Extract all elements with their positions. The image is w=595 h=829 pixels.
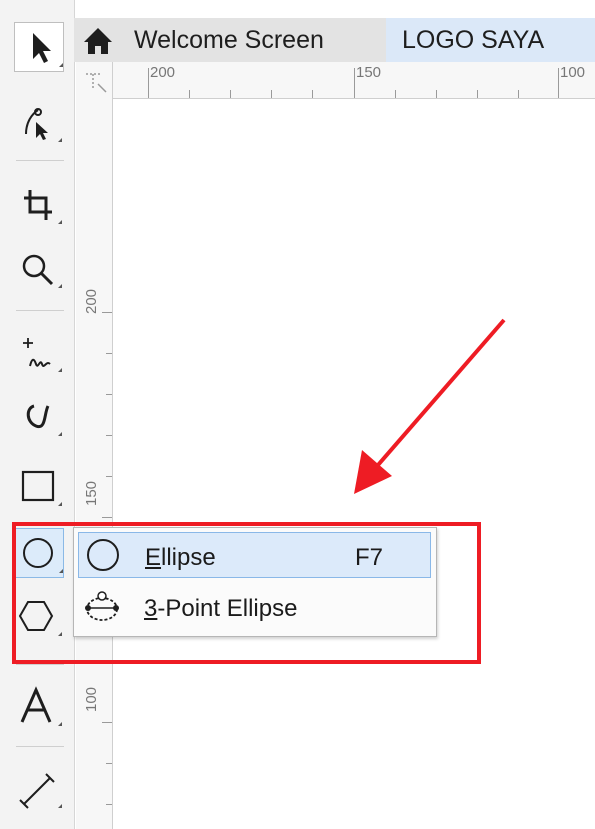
ruler-tick	[102, 517, 112, 518]
highlight-box	[12, 522, 481, 664]
ruler-tick	[102, 722, 112, 723]
dimension-tool-button[interactable]	[14, 764, 64, 814]
crop-icon	[24, 190, 62, 224]
magnifier-icon	[22, 254, 62, 288]
arrow-pointer-icon	[33, 33, 63, 67]
tab-logo-saya-label: LOGO SAYA	[402, 26, 545, 54]
node-shape-icon	[25, 108, 62, 142]
text-a-icon	[20, 686, 62, 726]
ruler-tick	[106, 435, 112, 436]
ruler-label: 150	[356, 64, 382, 81]
ruler-label: 200	[83, 288, 100, 314]
home-icon	[84, 28, 112, 54]
ruler-tick	[102, 312, 112, 313]
tab-welcome-label: Welcome Screen	[134, 26, 324, 54]
crop-tool-button[interactable]	[14, 180, 64, 230]
ruler-tick	[106, 394, 112, 395]
rectangle-icon	[21, 470, 62, 506]
ruler-tick	[395, 90, 396, 98]
ruler-tick	[477, 90, 478, 98]
ruler-origin-icon	[86, 73, 107, 93]
ruler-tick	[312, 90, 313, 98]
toolbox	[0, 0, 75, 829]
ruler-label: 100	[83, 686, 100, 712]
horizontal-ruler[interactable]: 200 150 100	[76, 62, 595, 99]
ruler-tick	[106, 804, 112, 805]
freehand-icon	[23, 338, 62, 372]
toolbox-separator	[16, 664, 64, 665]
tab-logo-saya[interactable]: LOGO SAYA	[386, 18, 595, 62]
ruler-tick	[230, 90, 231, 98]
toolbox-separator	[16, 310, 64, 311]
ruler-tick	[518, 90, 519, 98]
toolbox-separator	[16, 160, 64, 161]
tab-welcome-screen[interactable]: Welcome Screen	[74, 18, 386, 62]
document-tab-bar: Welcome Screen LOGO SAYA	[74, 18, 595, 62]
ruler-tick	[189, 90, 190, 98]
shape-tool-button[interactable]	[14, 98, 64, 148]
ruler-tick	[106, 476, 112, 477]
artistic-media-icon	[26, 404, 62, 436]
artistic-media-tool-button[interactable]	[14, 392, 64, 442]
ruler-label: 150	[83, 480, 100, 506]
vertical-ruler[interactable]: 200 150 100	[76, 62, 113, 829]
ruler-tick	[436, 90, 437, 98]
ruler-tick	[271, 90, 272, 98]
toolbox-separator	[16, 746, 64, 747]
ruler-label: 100	[560, 64, 586, 81]
ruler-tick	[148, 68, 149, 98]
ruler-tick	[354, 68, 355, 98]
zoom-tool-button[interactable]	[14, 244, 64, 294]
ruler-tick	[558, 68, 559, 98]
ruler-label: 200	[150, 64, 176, 81]
freehand-tool-button[interactable]	[14, 328, 64, 378]
dimension-line-icon	[19, 773, 62, 809]
pick-tool-button[interactable]	[14, 22, 64, 72]
ruler-tick	[106, 763, 112, 764]
rectangle-tool-button[interactable]	[14, 462, 64, 512]
text-tool-button[interactable]	[14, 682, 64, 732]
drawing-canvas[interactable]	[113, 99, 595, 829]
ruler-tick	[106, 353, 112, 354]
